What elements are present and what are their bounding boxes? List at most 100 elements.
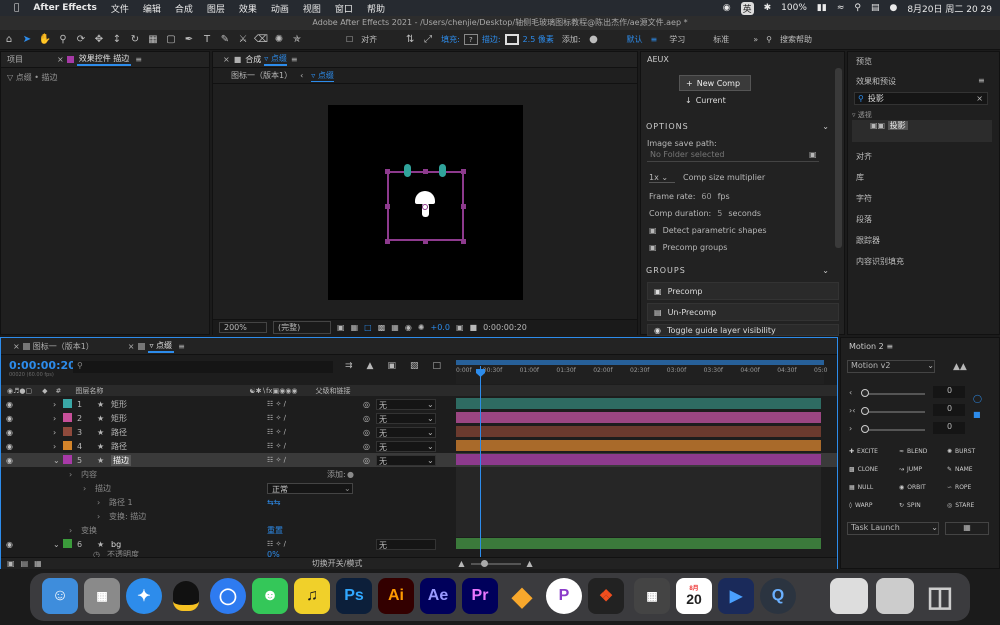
motion-version-select[interactable]: Motion v2 ⌄ — [847, 360, 935, 373]
transform-handle[interactable] — [423, 239, 428, 244]
timeline-tab-1[interactable]: 图标一（版本1） — [33, 341, 94, 352]
qq-music-icon[interactable]: ♫ — [294, 578, 330, 614]
quicktime-icon[interactable]: Q — [760, 578, 796, 614]
safari-icon[interactable]: ✦ — [126, 578, 162, 614]
menu-composition[interactable]: 合成 — [175, 2, 193, 15]
panel-align[interactable]: 对齐 — [856, 151, 872, 162]
clone-stamp-icon[interactable]: ⚔ — [234, 32, 252, 48]
panel-libraries[interactable]: 库 — [856, 172, 864, 183]
expand-chevron-icon[interactable]: › — [53, 400, 56, 409]
ease-in-input[interactable]: 0 — [933, 386, 965, 398]
bluetooth-icon[interactable]: ✱ — [764, 3, 772, 13]
zoom-out-icon[interactable]: ▲ — [458, 559, 464, 568]
layer-name[interactable]: 路径 — [111, 441, 127, 452]
warp-button[interactable]: ◊ WARP — [849, 502, 872, 509]
precomp-button[interactable]: ▣ Precomp — [647, 282, 839, 300]
frame-blend-icon[interactable]: ▨ — [410, 361, 419, 371]
orbit-button[interactable]: ◉ ORBIT — [899, 484, 926, 491]
menu-effect[interactable]: 效果 — [239, 2, 257, 15]
close-icon[interactable]: × — [57, 55, 64, 64]
search-icon[interactable]: ⚲ — [854, 3, 861, 13]
illustrator-icon[interactable]: Ai — [378, 578, 414, 614]
tree-parent-perspective[interactable]: ▿ 透视 — [852, 110, 872, 120]
blend-mode-select[interactable]: 正常 — [267, 482, 353, 494]
stare-button[interactable]: ◎ STARE — [947, 502, 974, 509]
mask-icon[interactable]: □ — [364, 323, 372, 332]
infuse-icon[interactable]: ▶ — [718, 578, 754, 614]
close-icon[interactable]: × — [13, 342, 20, 351]
property-row[interactable]: › 内容 添加: ● — [1, 467, 837, 481]
after-effects-icon[interactable]: Ae — [420, 578, 456, 614]
clear-icon[interactable]: × — [976, 94, 983, 103]
expand-chevron-icon[interactable]: › — [53, 428, 56, 437]
preview-panel-title[interactable]: 预览 — [856, 56, 872, 67]
recent-window-thumbnail[interactable] — [830, 578, 868, 614]
dolly-tool-icon[interactable]: ↕ — [108, 32, 126, 48]
transform-handle[interactable] — [461, 169, 466, 174]
selection-tool-icon[interactable]: ➤ — [18, 32, 36, 48]
property-row[interactable]: › 描边 正常 ⌄ — [1, 481, 837, 495]
timeline-search-input[interactable]: ⚲ — [73, 361, 333, 373]
transparency-icon[interactable]: ▦ — [391, 323, 399, 332]
eye-icon[interactable]: ◉ — [6, 414, 16, 423]
qq-mail-icon[interactable]: ◯ — [210, 578, 246, 614]
zoom-select[interactable]: 200% — [219, 322, 267, 333]
layer-row[interactable]: ◉ › 4 ★ 路径 ☷ ✧ ∕ ◎ 无 ⌄ — [1, 439, 837, 453]
property-row[interactable]: › 变换 重置 — [1, 523, 837, 537]
layer-label-color[interactable] — [63, 539, 72, 548]
control-center-icon[interactable]: ▤ — [871, 3, 880, 13]
layer-duration-bar[interactable] — [456, 412, 821, 423]
panel-tracker[interactable]: 跟踪器 — [856, 235, 880, 246]
menu-layer[interactable]: 图层 — [207, 2, 225, 15]
battery-icon[interactable]: ▮▮ — [817, 3, 827, 13]
fill-label[interactable]: 填充: — [441, 34, 460, 45]
task-launch-select[interactable]: Task Launch ⌄ — [847, 522, 939, 535]
pan-tool-icon[interactable]: ✥ — [90, 32, 108, 48]
layer-name[interactable]: 矩形 — [111, 413, 127, 424]
snapshot-icon[interactable]: ▣ — [337, 323, 345, 332]
wifi-icon[interactable]: ≈ — [837, 3, 845, 13]
apple-icon[interactable]:  — [14, 3, 19, 13]
layer-number[interactable]: 2 — [77, 414, 82, 423]
transform-handle[interactable] — [423, 169, 428, 174]
toggle-transfer-icon[interactable]: ▤ — [21, 559, 29, 568]
toggle-render-time-icon[interactable]: ▦ — [34, 559, 42, 568]
trash-icon[interactable]: ◫ — [922, 578, 958, 614]
expand-chevron-icon[interactable]: › — [53, 442, 56, 451]
layer-label-color[interactable] — [63, 427, 72, 436]
expand-chevron-icon[interactable]: ⌄ — [53, 540, 60, 549]
link-icon[interactable]: ◯ — [973, 394, 982, 403]
camera-icon[interactable]: ▣ — [456, 323, 464, 332]
workspace-learn[interactable]: 学习 — [669, 34, 685, 45]
excite-button[interactable]: ✚ EXCITE — [849, 448, 878, 455]
aeux-scrollbar[interactable] — [835, 68, 842, 248]
rectangle-tool-icon[interactable]: ▢ — [162, 32, 180, 48]
panel-menu-icon[interactable]: ≡ — [178, 342, 185, 351]
mountain-graph-icon[interactable]: ▲▲ — [953, 362, 967, 372]
snap-options-icon[interactable]: ⤢ — [419, 32, 437, 48]
input-method-badge[interactable]: 英 — [740, 1, 754, 15]
panel-menu-icon[interactable]: ≡ — [291, 55, 298, 64]
panel-character[interactable]: 字符 — [856, 193, 872, 204]
wechat-icon[interactable]: ☻ — [252, 578, 288, 614]
layer-number[interactable]: 4 — [77, 442, 82, 451]
layer-duration-bar[interactable] — [456, 440, 821, 451]
layer-number[interactable]: 1 — [77, 400, 82, 409]
ease-both-slider[interactable] — [863, 411, 925, 413]
stroke-swatch-icon[interactable] — [504, 34, 519, 45]
eye-icon[interactable]: ◉ — [6, 456, 16, 465]
layer-row[interactable]: ◉ › 2 ★ 矩形 ☷ ✧ ∕ ◎ 无 ⌄ — [1, 411, 837, 425]
layer-duration-bar[interactable] — [456, 538, 821, 549]
size-multiplier-select[interactable]: 1x ⌄ — [649, 173, 675, 183]
current-button[interactable]: ↓ Current — [685, 96, 726, 105]
toggle-expand-icon[interactable]: ▣ — [7, 559, 15, 568]
pen-tool-icon[interactable]: ✒ — [180, 32, 198, 48]
checkbox-icon[interactable]: ▣ — [649, 243, 657, 252]
panel-content-aware-fill[interactable]: 内容识别填充 — [856, 256, 904, 267]
layer-switches-icon[interactable]: ☷ ✧ ∕ — [267, 400, 286, 408]
pickwhip-icon[interactable]: ◎ — [363, 400, 370, 409]
effects-presets-title[interactable]: 效果和预设 — [856, 76, 896, 87]
menu-help[interactable]: 帮助 — [367, 2, 385, 15]
jump-button[interactable]: ↝ JUMP — [899, 466, 922, 473]
layer-row[interactable]: ◉ › 1 ★ 矩形 ☷ ✧ ∕ ◎ 无 ⌄ — [1, 397, 837, 411]
